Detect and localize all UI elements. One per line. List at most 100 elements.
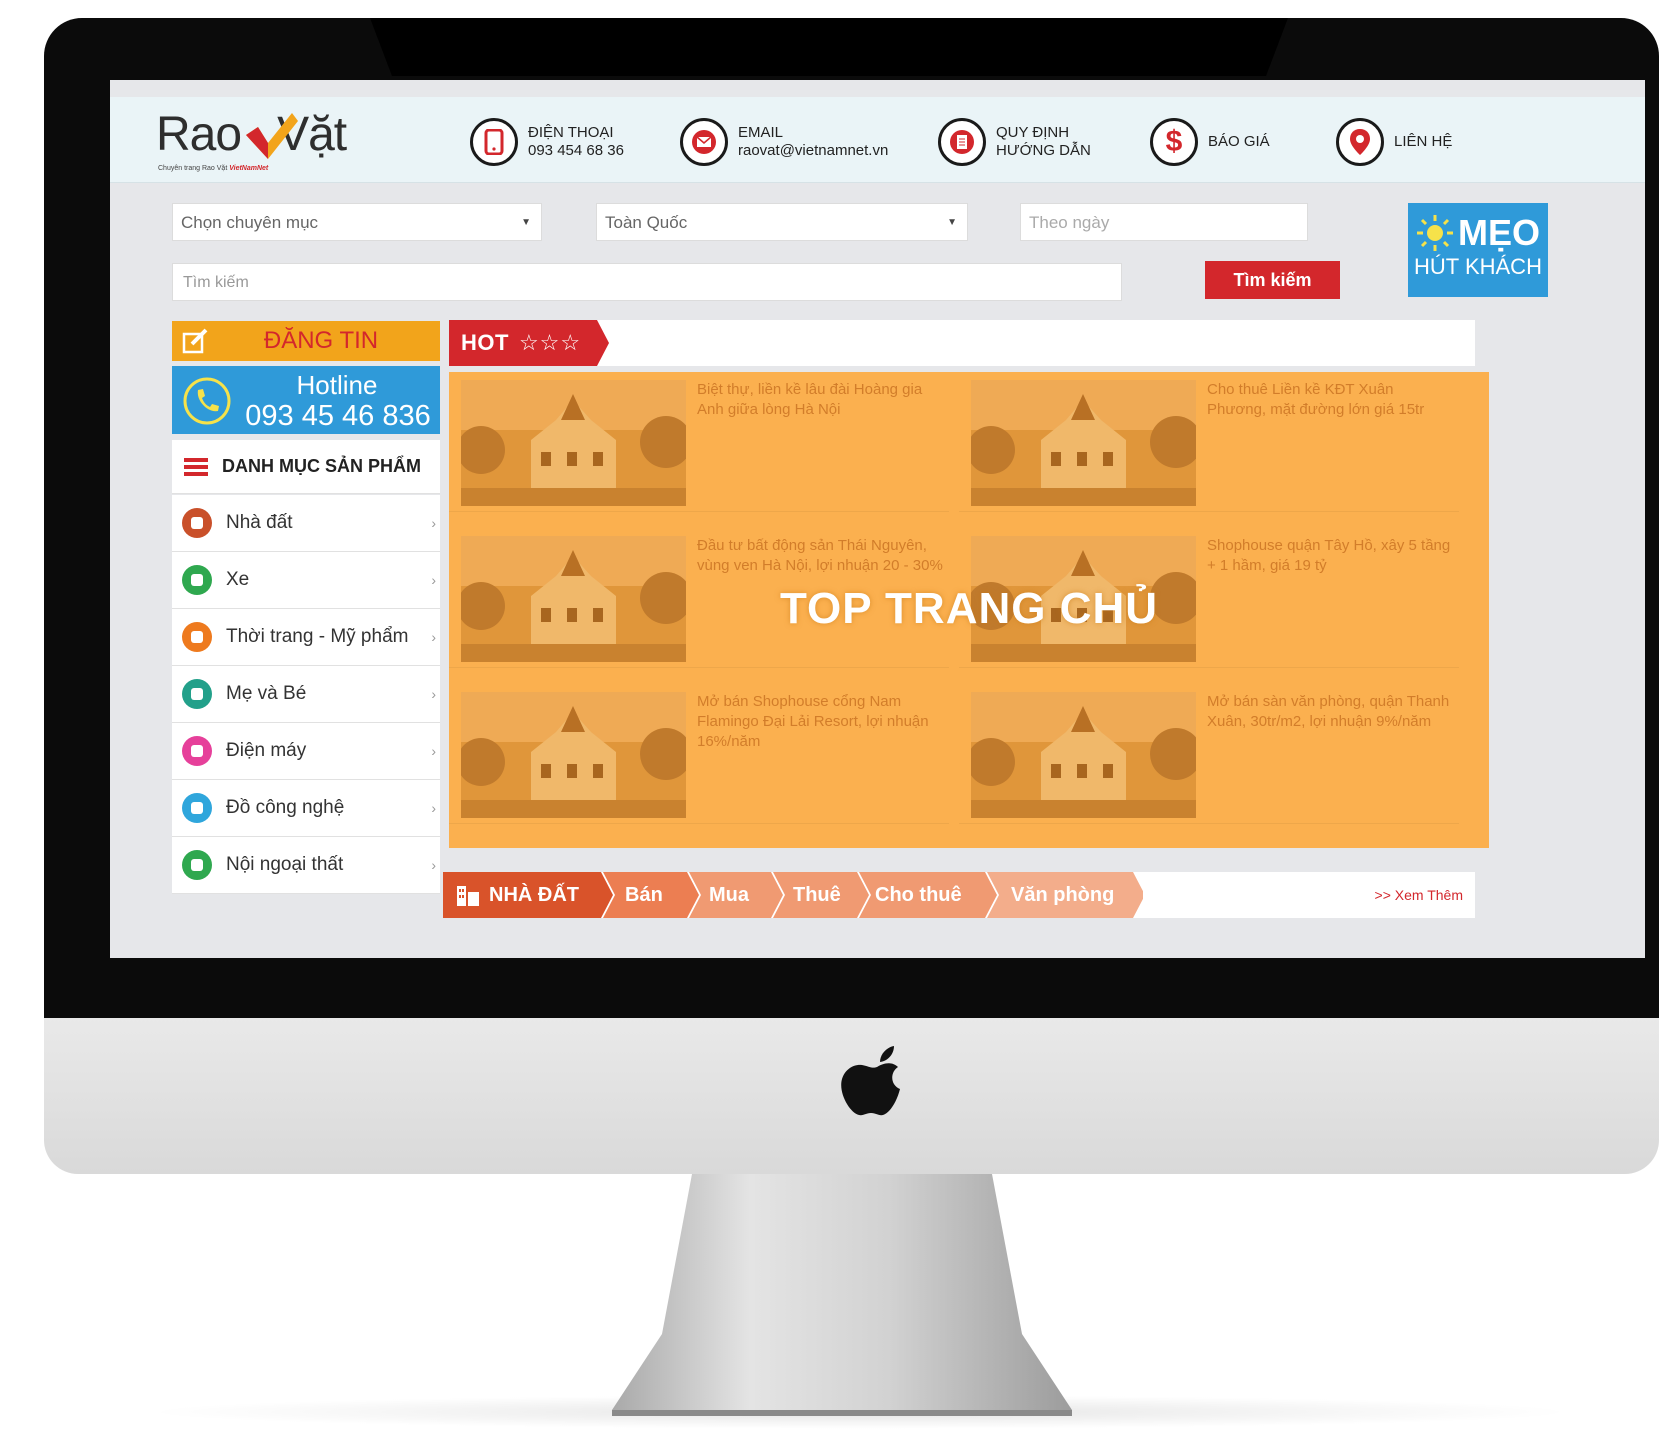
- location-pin-icon: [1336, 118, 1384, 166]
- header-rules-line2: HƯỚNG DẪN: [996, 142, 1091, 159]
- hot-listing-card[interactable]: Mở bán Shophouse cổng Nam Flamingo Đại L…: [449, 684, 949, 824]
- header-rules[interactable]: QUY ĐỊNH HƯỚNG DẪN: [938, 117, 1091, 167]
- category-icon: [182, 679, 212, 709]
- browser-screen: Rao Vặt Chuyên trang Rao Vặt VietNamNet Đ…: [110, 80, 1645, 958]
- logo-tagline-text: Chuyên trang Rao Vặt: [158, 165, 228, 172]
- header-pricing[interactable]: $ BÁO GIÁ: [1150, 117, 1270, 167]
- hot-label: HOT: [461, 330, 509, 355]
- post-ad-label: ĐĂNG TIN: [263, 327, 379, 354]
- listing-thumbnail: [461, 692, 686, 818]
- header-rules-text: QUY ĐỊNH HƯỚNG DẪN: [996, 124, 1091, 160]
- dollar-icon: $: [1150, 118, 1198, 166]
- bezel-top-shape: [370, 18, 1288, 76]
- category-icon: [182, 793, 212, 823]
- tab-mua[interactable]: Mua: [709, 872, 749, 918]
- category-item[interactable]: Mẹ và Bé ›: [172, 666, 440, 723]
- header-rules-line1: QUY ĐỊNH: [996, 124, 1070, 141]
- category-menu-title: DANH MỤC SẢN PHẨM: [222, 456, 421, 476]
- header-phone-number: 093 454 68 36: [528, 142, 624, 159]
- top-trang-chu-overlay: TOP TRANG CHỦ: [779, 584, 1159, 633]
- date-input[interactable]: Theo ngày: [1020, 203, 1308, 241]
- category-item[interactable]: Đồ công nghệ ›: [172, 780, 440, 837]
- listing-title[interactable]: Đầu tư bất động sản Thái Nguyên, vùng ve…: [697, 536, 943, 576]
- logo-part-rao: Rao: [156, 108, 242, 161]
- header-contact[interactable]: LIÊN HỆ: [1336, 117, 1452, 167]
- meo-hut-khach-banner[interactable]: MẸO HÚT KHÁCH: [1408, 203, 1548, 297]
- category-label: Thời trang - Mỹ phẩm: [226, 626, 409, 647]
- category-item[interactable]: Thời trang - Mỹ phẩm ›: [172, 609, 440, 666]
- header-phone-label: ĐIỆN THOẠI: [528, 124, 614, 141]
- category-label: Nhà đất: [226, 512, 293, 533]
- hotline-number: 093 45 46 836: [245, 400, 431, 432]
- header-phone[interactable]: ĐIỆN THOẠI 093 454 68 36: [470, 117, 624, 167]
- category-select-value: Chọn chuyên mục: [181, 213, 319, 232]
- header-email[interactable]: EMAIL raovat@vietnamnet.vn: [680, 117, 888, 167]
- category-item[interactable]: Xe ›: [172, 552, 440, 609]
- listing-thumbnail: [971, 380, 1196, 506]
- category-list: Nhà đất › Xe › Thời trang - Mỹ phẩm › Mẹ và Bé…: [172, 495, 440, 894]
- listing-title[interactable]: Cho thuê Liền kề KĐT Xuân Phương, mặt đư…: [1207, 380, 1453, 420]
- hot-listing-card[interactable]: Biệt thự, liền kề lâu đài Hoàng gia Anh …: [449, 372, 949, 512]
- listing-title[interactable]: Shophouse quận Tây Hồ, xây 5 tầng + 1 hầ…: [1207, 536, 1453, 576]
- category-item[interactable]: Điện máy ›: [172, 723, 440, 780]
- category-label: Mẹ và Bé: [226, 683, 307, 704]
- listing-title[interactable]: Biệt thự, liền kề lâu đài Hoàng gia Anh …: [697, 380, 943, 420]
- hot-listings-panel: Mở bán sàn văn phòng, quận Thanh Xuân, 3…: [449, 372, 1489, 848]
- nha-dat-section-nav: NHÀ ĐẤT Bán Mua Thuê Cho thuê Văn phòng …: [443, 872, 1475, 918]
- chevron-right-icon: ›: [431, 629, 436, 645]
- apple-icon: [841, 1046, 900, 1116]
- hot-listing-card[interactable]: Mở bán sàn văn phòng, quận Thanh Xuân, 3…: [959, 684, 1459, 824]
- category-menu-header: DANH MỤC SẢN PHẨM: [172, 440, 440, 494]
- phone-icon: [470, 118, 518, 166]
- edit-icon: [182, 328, 208, 354]
- chevron-right-icon: ›: [431, 800, 436, 816]
- site-logo[interactable]: Rao Vặt Chuyên trang Rao Vặt VietNamNet: [156, 108, 347, 173]
- see-more-link[interactable]: >> Xem Thêm: [1375, 872, 1463, 918]
- tab-van-phong[interactable]: Văn phòng: [1011, 872, 1114, 918]
- search-input[interactable]: Tìm kiếm: [172, 263, 1122, 301]
- hot-listing-card[interactable]: Cho thuê Liền kề KĐT Xuân Phương, mặt đư…: [959, 372, 1459, 512]
- star-rating-icon: ☆☆☆: [518, 330, 582, 355]
- sun-bulb-icon: [1416, 215, 1453, 251]
- header-contact-label: LIÊN HỆ: [1394, 133, 1453, 150]
- mail-icon: [680, 118, 728, 166]
- meo-subtitle: HÚT KHÁCH: [1414, 254, 1542, 279]
- search-button[interactable]: Tìm kiếm: [1205, 261, 1340, 299]
- listing-title[interactable]: Mở bán sàn văn phòng, quận Thanh Xuân, 3…: [1207, 692, 1453, 732]
- listing-thumbnail: [971, 692, 1196, 818]
- category-item[interactable]: Nhà đất ›: [172, 495, 440, 552]
- hot-tab[interactable]: HOT ☆☆☆: [461, 320, 581, 366]
- imac-mockup: Rao Vặt Chuyên trang Rao Vặt VietNamNet Đ…: [0, 0, 1659, 1429]
- menu-list-icon: [184, 457, 208, 476]
- category-icon: [182, 622, 212, 652]
- date-input-placeholder: Theo ngày: [1029, 213, 1110, 232]
- tab-thue[interactable]: Thuê: [793, 872, 841, 918]
- chevron-right-icon: ›: [431, 857, 436, 873]
- hotline-title: Hotline: [296, 370, 378, 400]
- header-email-text: EMAIL raovat@vietnamnet.vn: [738, 124, 888, 160]
- nha-dat-title[interactable]: NHÀ ĐẤT: [489, 872, 579, 918]
- tab-cho-thue[interactable]: Cho thuê: [875, 872, 962, 918]
- logo-tagline: Chuyên trang Rao Vặt VietNamNet: [158, 165, 268, 172]
- category-icon: [182, 565, 212, 595]
- region-select[interactable]: Toàn Quốc ▼: [596, 203, 968, 241]
- post-ad-button[interactable]: ĐĂNG TIN: [172, 321, 440, 361]
- phone-call-icon: [183, 377, 231, 425]
- search-input-placeholder: Tìm kiếm: [183, 274, 249, 291]
- tab-ban[interactable]: Bán: [625, 872, 663, 918]
- caret-down-icon: ▼: [521, 217, 531, 228]
- hot-section-header: HOT ☆☆☆: [449, 320, 1475, 366]
- chevron-right-icon: ›: [431, 572, 436, 588]
- header-email-address: raovat@vietnamnet.vn: [738, 142, 889, 159]
- category-item[interactable]: Nội ngoại thất ›: [172, 837, 440, 894]
- hotline-box[interactable]: Hotline 093 45 46 836: [172, 366, 440, 434]
- category-select[interactable]: Chọn chuyên mục ▼: [172, 203, 542, 241]
- listing-title[interactable]: Mở bán Shophouse cổng Nam Flamingo Đại L…: [697, 692, 943, 752]
- header-email-label: EMAIL: [738, 124, 784, 141]
- chevron-right-icon: ›: [431, 743, 436, 759]
- document-icon: [938, 118, 986, 166]
- checkmark-icon: [246, 113, 298, 159]
- chevron-right-icon: ›: [431, 686, 436, 702]
- category-label: Nội ngoại thất: [226, 854, 344, 875]
- logo-tagline-brand: VietNamNet: [229, 165, 269, 172]
